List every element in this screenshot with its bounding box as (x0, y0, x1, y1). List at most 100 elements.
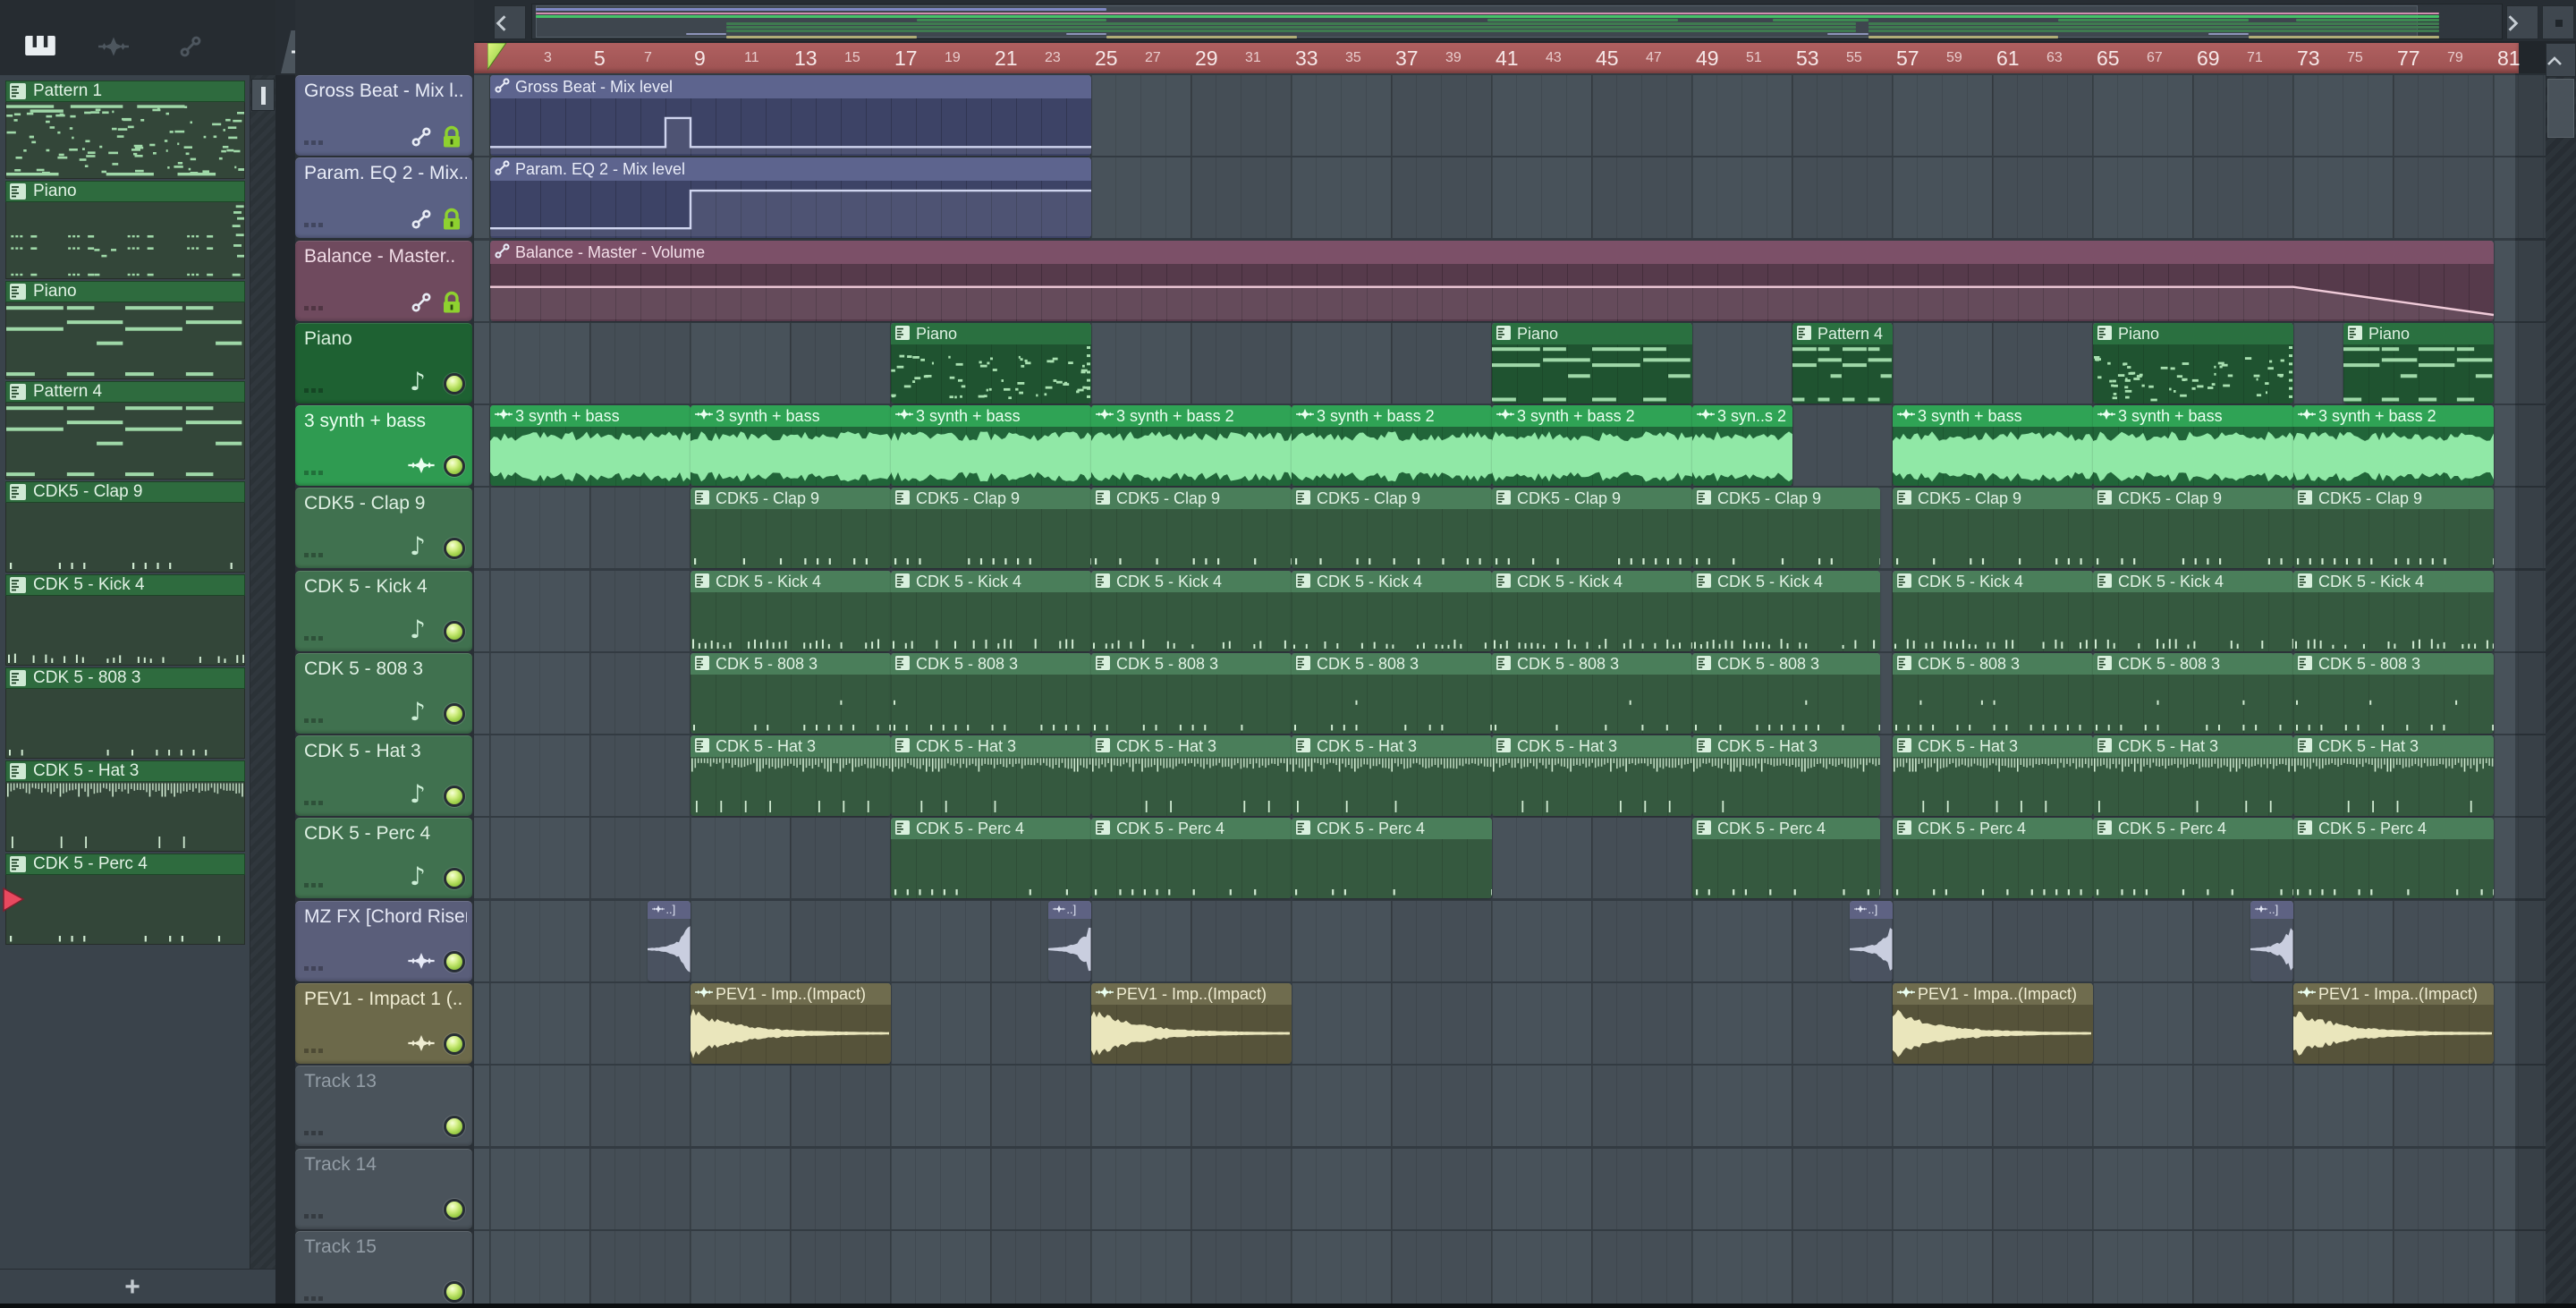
playlist-clip[interactable]: PEV1 - Imp..(Impact) (691, 983, 891, 1064)
clip-header[interactable]: CDK 5 - Kick 4 (2093, 571, 2293, 592)
playlist-clip[interactable]: PEV1 - Imp..(Impact) (1091, 983, 1292, 1064)
pattern-item-header[interactable]: CDK5 - Clap 9 (5, 481, 245, 503)
playlist-clip[interactable]: Pattern 4 (1792, 323, 1893, 403)
clip-header[interactable]: 3 synth + bass (2093, 405, 2293, 427)
playlist-lane[interactable] (474, 1231, 2546, 1308)
track-mute-led[interactable] (444, 703, 465, 725)
playlist-lane[interactable] (474, 1149, 2546, 1229)
track-name[interactable]: CDK 5 - Perc 4 (304, 823, 467, 845)
track-header[interactable]: Balance - Master.. (295, 241, 472, 321)
clip-header[interactable]: 3 synth + bass 2 (1292, 405, 1492, 427)
clip-header[interactable]: CDK5 - Clap 9 (1893, 488, 2093, 509)
song-minimap[interactable] (531, 4, 2503, 39)
clip-header[interactable]: CDK5 - Clap 9 (1091, 488, 1292, 509)
playlist-clip[interactable]: CDK5 - Clap 9 (1893, 488, 2093, 568)
playlist-clip[interactable]: Piano (2093, 323, 2293, 403)
playlist-clip[interactable]: PEV1 - Impa..(Impact) (2293, 983, 2494, 1064)
track-header[interactable]: CDK 5 - 808 3 ♪ (295, 653, 472, 734)
clip-header[interactable]: 3 synth + bass (490, 405, 691, 427)
pattern-item[interactable]: CDK5 - Clap 9 (5, 481, 245, 573)
track-name[interactable]: Track 15 (304, 1236, 467, 1258)
pattern-picker-scrollbar[interactable] (250, 75, 275, 1269)
track-header[interactable]: CDK 5 - Kick 4 ♪ (295, 571, 472, 651)
track-options-dots[interactable] (304, 801, 326, 805)
clip-header[interactable]: CDK 5 - 808 3 (1893, 653, 2093, 675)
pattern-item-header[interactable]: CDK 5 - Hat 3 (5, 760, 245, 782)
clip-header[interactable]: CDK5 - Clap 9 (1292, 488, 1492, 509)
track-options-dots[interactable] (304, 471, 326, 475)
clip-header[interactable]: CDK 5 - Perc 4 (1091, 818, 1292, 839)
playlist-lane[interactable]: ..]..]..]..] (474, 901, 2546, 981)
playlist-clip[interactable]: 3 synth + bass 2 (1091, 405, 1292, 486)
clip-header[interactable]: Piano (2343, 323, 2494, 344)
clip-header[interactable]: CDK 5 - Kick 4 (691, 571, 891, 592)
clip-header[interactable]: 3 synth + bass (1893, 405, 2093, 427)
clip-header[interactable]: Piano (891, 323, 1091, 344)
clip-header[interactable]: CDK5 - Clap 9 (2293, 488, 2494, 509)
playlist-grid[interactable]: Gross Beat - Mix level Param. EQ 2 - Mix … (474, 73, 2546, 1308)
clip-header[interactable]: CDK 5 - Kick 4 (1091, 571, 1292, 592)
pattern-item[interactable]: Pattern 4 (5, 381, 245, 480)
pattern-item[interactable]: CDK 5 - Hat 3 (5, 760, 245, 852)
pattern-item[interactable]: Piano (5, 181, 245, 279)
playlist-clip[interactable]: CDK 5 - Kick 4 (891, 571, 1091, 651)
track-name[interactable]: MZ FX [Chord Riser] (304, 906, 467, 928)
clip-header[interactable]: CDK 5 - Kick 4 (1492, 571, 1692, 592)
clip-header[interactable]: CDK 5 - 808 3 (891, 653, 1091, 675)
playlist-clip[interactable]: CDK 5 - Kick 4 (1893, 571, 2093, 651)
clip-header[interactable]: ..] (648, 901, 691, 919)
clip-header[interactable]: CDK 5 - Hat 3 (1091, 735, 1292, 757)
playlist-clip[interactable]: 3 synth + bass (490, 405, 691, 486)
track-mute-led[interactable] (444, 951, 465, 973)
scroll-up-button[interactable] (2546, 43, 2576, 77)
playlist-lane[interactable]: CDK5 - Clap 9 CDK5 - Clap 9 CDK5 - Clap 9 C… (474, 488, 2546, 568)
playlist-lane[interactable]: Param. EQ 2 - Mix level (474, 157, 2546, 238)
pattern-item-header[interactable]: Piano (5, 281, 245, 302)
pattern-item[interactable]: CDK 5 - Kick 4 (5, 574, 245, 666)
playlist-clip[interactable]: 3 synth + bass 2 (1492, 405, 1692, 486)
playlist-clip[interactable]: CDK 5 - Perc 4 (1091, 818, 1292, 898)
playlist-clip[interactable]: ..] (1850, 901, 1893, 981)
playlist-lane[interactable]: CDK 5 - Perc 4 CDK 5 - Perc 4 CDK 5 - Perc… (474, 818, 2546, 898)
clip-header[interactable]: CDK 5 - Hat 3 (1492, 735, 1692, 757)
clip-header[interactable]: Piano (1492, 323, 1692, 344)
pattern-item[interactable]: Piano (5, 281, 245, 379)
track-header[interactable]: Piano ♪ (295, 323, 472, 403)
clip-header[interactable]: CDK 5 - Perc 4 (1692, 818, 1880, 839)
clip-header[interactable]: Pattern 4 (1792, 323, 1893, 344)
clip-header[interactable]: ..] (2250, 901, 2293, 919)
clip-header[interactable]: Param. EQ 2 - Mix level (490, 157, 1091, 181)
playlist-clip[interactable]: CDK 5 - Kick 4 (1292, 571, 1492, 651)
playlist-clip[interactable]: CDK 5 - Kick 4 (1492, 571, 1692, 651)
track-header[interactable]: Gross Beat - Mix l.. (295, 75, 472, 156)
piano-keys-icon[interactable] (25, 36, 61, 64)
clip-header[interactable]: CDK 5 - Hat 3 (2093, 735, 2293, 757)
track-name[interactable]: CDK 5 - Kick 4 (304, 576, 467, 598)
track-options-dots[interactable] (304, 306, 326, 310)
track-options-dots[interactable] (304, 636, 326, 641)
playlist-clip[interactable]: CDK 5 - Perc 4 (1292, 818, 1492, 898)
clip-header[interactable]: CDK 5 - Hat 3 (891, 735, 1091, 757)
pattern-item-header[interactable]: Pattern 1 (5, 81, 245, 102)
clip-header[interactable]: CDK 5 - Kick 4 (1893, 571, 2093, 592)
pattern-item[interactable]: CDK 5 - 808 3 (5, 667, 245, 759)
playlist-lane[interactable]: 3 synth + bass 3 synth + bass 3 synth + ba… (474, 405, 2546, 486)
clip-header[interactable]: CDK5 - Clap 9 (1692, 488, 1880, 509)
playlist-clip[interactable]: CDK 5 - Hat 3 (2293, 735, 2494, 816)
clip-header[interactable]: 3 synth + bass (891, 405, 1091, 427)
playlist-clip[interactable]: ..] (1048, 901, 1091, 981)
track-header[interactable]: Param. EQ 2 - Mix.. (295, 157, 472, 238)
clip-header[interactable]: CDK 5 - Kick 4 (891, 571, 1091, 592)
track-mute-led[interactable] (444, 868, 465, 889)
pattern-item[interactable]: CDK 5 - Perc 4 (5, 854, 245, 945)
pattern-item-header[interactable]: Piano (5, 181, 245, 202)
clip-header[interactable]: CDK 5 - Perc 4 (1893, 818, 2093, 839)
track-mute-led[interactable] (444, 373, 465, 395)
playlist-clip[interactable]: 3 syn..s 2 (1692, 405, 1792, 486)
playlist-clip[interactable]: CDK 5 - 808 3 (1091, 653, 1292, 734)
playlist-clip[interactable]: CDK5 - Clap 9 (891, 488, 1091, 568)
clip-header[interactable]: PEV1 - Impa..(Impact) (1893, 983, 2093, 1005)
track-header[interactable]: CDK5 - Clap 9 ♪ (295, 488, 472, 568)
playlist-clip[interactable]: PEV1 - Impa..(Impact) (1893, 983, 2093, 1064)
track-name[interactable]: 3 synth + bass (304, 411, 467, 432)
